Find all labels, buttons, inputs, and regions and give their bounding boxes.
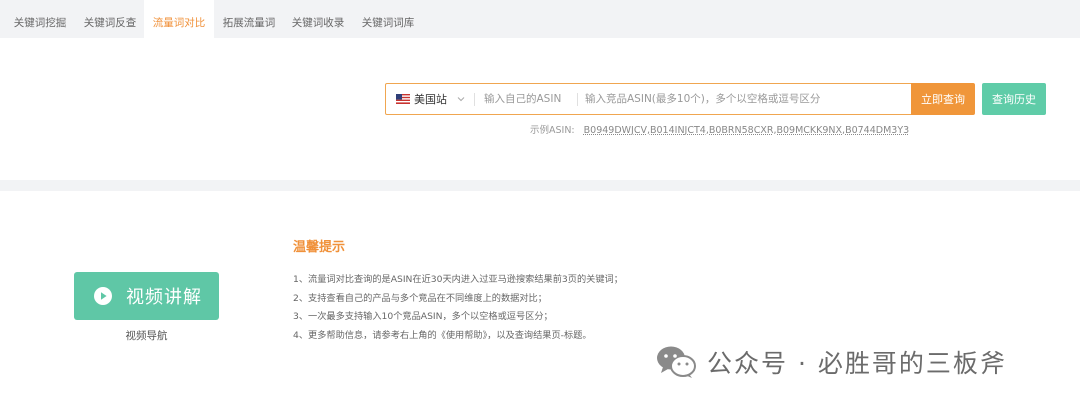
tab-traffic-compare[interactable]: 流量词对比: [144, 0, 214, 38]
own-asin-input[interactable]: [476, 84, 576, 114]
history-button[interactable]: 查询历史: [982, 83, 1046, 115]
tip-item: 4、更多帮助信息，请参考右上角的《使用帮助》，以及查询结果页-标题。: [293, 329, 592, 341]
video-tutorial-button[interactable]: 视频讲解: [74, 272, 219, 320]
watermark: 公众号 · 必胜哥的三板斧: [655, 342, 1007, 382]
tab-keyword-reverse[interactable]: 关键词反查: [74, 0, 146, 38]
video-nav-caption[interactable]: 视频导航: [74, 328, 219, 343]
query-button[interactable]: 立即查询: [911, 83, 975, 115]
video-button-label: 视频讲解: [126, 287, 202, 308]
separator: [474, 93, 475, 106]
watermark-text: 公众号 · 必胜哥的三板斧: [707, 349, 1007, 378]
tip-item: 2、支持查看自己的产品与多个竞品在不同维度上的数据对比；: [293, 292, 547, 304]
tab-expand-traffic[interactable]: 拓展流量词: [214, 0, 284, 38]
example-asin-line: 示例ASIN: B0949DWJCV,B014INJCT4,B0BRN58CXR,…: [530, 122, 909, 136]
example-asins[interactable]: B0949DWJCV,B014INJCT4,B0BRN58CXR,B09MCKK…: [584, 125, 910, 136]
chevron-down-icon: [457, 97, 465, 102]
tips-title: 温馨提示: [293, 240, 346, 255]
site-select[interactable]: 美国站: [386, 84, 474, 114]
tab-bar: 关键词挖掘 关键词反查 流量词对比 拓展流量词 关键词收录 关键词词库: [0, 0, 1080, 38]
tab-keyword-index[interactable]: 关键词收录: [283, 0, 353, 38]
play-icon: [94, 287, 112, 305]
us-flag-icon: [396, 94, 410, 104]
tip-item: 1、流量词对比查询的是ASIN在近30天内进入过亚马逊搜索结果前3页的关键词；: [293, 274, 623, 285]
tips-list: 1、流量词对比查询的是ASIN在近30天内进入过亚马逊搜索结果前3页的关键词； …: [293, 271, 623, 345]
wechat-icon: [657, 346, 696, 378]
site-label: 美国站: [414, 93, 447, 106]
tab-keyword-library[interactable]: 关键词词库: [353, 0, 423, 38]
tip-item: 3、一次最多支持输入10个竞品ASIN，多个以空格或逗号区分；: [293, 311, 553, 322]
tab-keyword-mining[interactable]: 关键词挖掘: [0, 0, 80, 38]
example-label: 示例ASIN:: [530, 125, 575, 136]
competitor-asin-input[interactable]: [578, 84, 908, 114]
search-box: 美国站 立即查询: [385, 83, 975, 115]
section-divider: [0, 180, 1080, 191]
